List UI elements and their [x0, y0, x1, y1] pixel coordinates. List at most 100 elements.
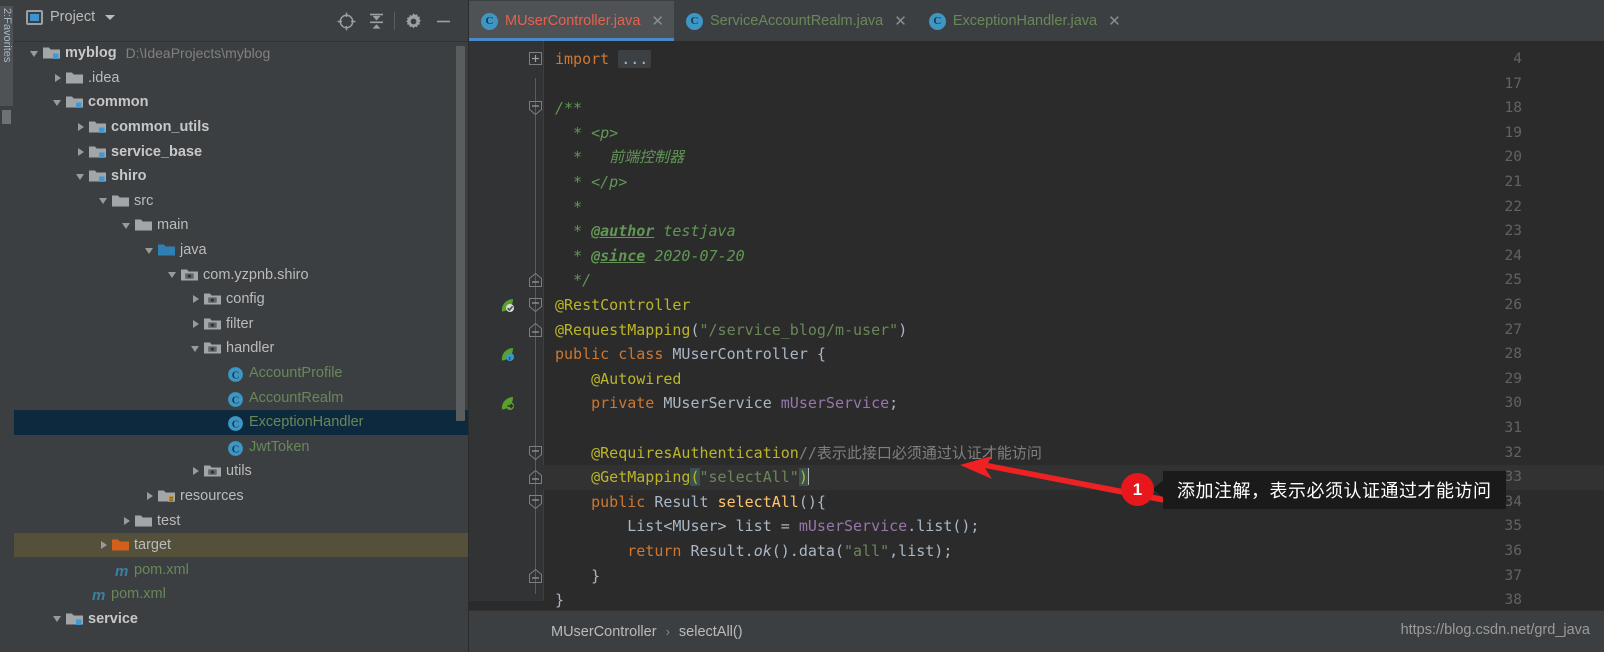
code-line[interactable]: @RestController [555, 293, 690, 318]
chevron-right-icon[interactable] [189, 293, 202, 306]
project-panel-scrollbar[interactable] [456, 46, 465, 421]
tree-item-target[interactable]: target [14, 532, 469, 558]
fold-end-icon[interactable] [529, 470, 542, 485]
tree-item-test[interactable]: test [14, 508, 469, 533]
chevron-right-icon[interactable] [74, 121, 87, 134]
spring-bean-autowired-icon[interactable] [499, 395, 515, 411]
code-line[interactable]: @RequiresAuthentication//表示此接口必须通过认证才能访问 [555, 441, 1042, 466]
resource-folder-icon [158, 489, 175, 503]
fold-collapse-icon[interactable] [529, 101, 542, 116]
tree-item-common[interactable]: common [14, 90, 469, 115]
editor-tab-musercontroller-java[interactable]: C MUserController.java ✕ [469, 1, 674, 41]
chevron-down-icon[interactable] [51, 96, 64, 109]
breadcrumb-part[interactable]: MUserController [551, 624, 657, 640]
gear-icon[interactable] [398, 10, 428, 32]
favorites-vertical-tab[interactable]: 2:Favorites [0, 6, 13, 106]
editor-tab-exceptionhandler-java[interactable]: C ExceptionHandler.java ✕ [917, 1, 1131, 41]
chevron-down-icon[interactable] [189, 342, 202, 355]
fold-end-icon[interactable] [529, 273, 542, 288]
fold-expand-icon[interactable] [529, 52, 542, 65]
code-line[interactable]: * 前端控制器 [555, 145, 684, 170]
project-title-group[interactable]: Project [26, 9, 116, 25]
code-line[interactable]: * @since 2020-07-20 [555, 244, 745, 269]
chevron-right-icon[interactable] [143, 489, 156, 502]
chevron-right-icon[interactable] [51, 71, 64, 84]
close-icon[interactable]: ✕ [651, 14, 664, 29]
collapse-all-icon[interactable] [361, 10, 391, 32]
code-line[interactable]: public class MUserController { [555, 342, 826, 367]
minimize-icon[interactable] [428, 10, 458, 32]
tree-item-.idea[interactable]: .idea [14, 66, 469, 91]
chevron-right-icon[interactable] [97, 539, 110, 552]
project-tree[interactable]: myblog D:\IdeaProjects\myblog .idea common c… [14, 41, 469, 652]
spring-bean-class-icon[interactable]: c [499, 346, 515, 362]
code-line[interactable]: } [555, 564, 600, 589]
tree-item-config[interactable]: config [14, 287, 469, 312]
code-line[interactable]: @GetMapping("selectAll") [555, 465, 810, 490]
chevron-down-icon[interactable] [28, 47, 41, 60]
line-number: 22 [1504, 198, 1522, 215]
chevron-right-icon[interactable] [189, 317, 202, 330]
tree-item-common_utils[interactable]: common_utils [14, 115, 469, 140]
tree-item-main[interactable]: main [14, 213, 469, 238]
code-line[interactable]: import ... [555, 47, 652, 72]
tree-item-pom.xml[interactable]: m pom.xml [14, 557, 469, 582]
tree-item-myblog[interactable]: myblog D:\IdeaProjects\myblog [14, 41, 469, 66]
tree-item-accountrealm[interactable]: C AccountRealm [14, 385, 469, 410]
fold-collapse-icon[interactable] [529, 494, 542, 509]
folder-icon [135, 218, 152, 232]
locate-icon[interactable] [331, 10, 361, 32]
chevron-down-icon[interactable] [143, 244, 156, 257]
editor-tab-serviceaccountrealm-java[interactable]: C ServiceAccountRealm.java ✕ [674, 1, 917, 41]
fold-collapse-icon[interactable] [529, 445, 542, 460]
tree-item-filter[interactable]: filter [14, 312, 469, 337]
breadcrumb-part[interactable]: selectAll() [679, 624, 743, 640]
tree-item-service[interactable]: service [14, 607, 469, 632]
code-viewport[interactable]: 4 import ... 17 18 /** 19 * <p> 20 * 前端控制器 21 *… [469, 41, 1604, 609]
tree-item-resources[interactable]: resources [14, 484, 469, 509]
code-line[interactable]: List<MUser> list = mUserService.list(); [555, 514, 979, 539]
chevron-down-icon[interactable] [105, 14, 116, 20]
tree-item-handler[interactable]: handler [14, 336, 469, 361]
fold-collapse-icon[interactable] [529, 298, 542, 313]
code-line[interactable]: * </p> [555, 170, 627, 195]
tree-item-utils[interactable]: utils [14, 459, 469, 484]
breadcrumb[interactable]: MUserController › selectAll() [551, 624, 743, 640]
chevron-down-icon[interactable] [166, 268, 179, 281]
code-line[interactable]: /** [555, 96, 582, 121]
code-line[interactable]: public Result selectAll(){ [555, 490, 826, 515]
chevron-down-icon[interactable] [97, 194, 110, 207]
chevron-down-icon[interactable] [120, 219, 133, 232]
chevron-down-icon[interactable] [51, 612, 64, 625]
tree-item-shiro[interactable]: shiro [14, 164, 469, 189]
tree-item-java[interactable]: java [14, 238, 469, 263]
chevron-right-icon[interactable] [74, 145, 87, 158]
tree-item-service_base[interactable]: service_base [14, 139, 469, 164]
tree-item-label: JwtToken [249, 438, 310, 455]
code-line[interactable]: @Autowired [555, 367, 681, 392]
tree-item-jwttoken[interactable]: C JwtToken [14, 435, 469, 460]
tree-item-accountprofile[interactable]: C AccountProfile [14, 361, 469, 386]
spring-bean-check-icon[interactable] [499, 297, 515, 313]
tree-item-src[interactable]: src [14, 189, 469, 214]
chevron-down-icon[interactable] [74, 170, 87, 183]
editor-gutter[interactable] [469, 41, 543, 601]
tree-item-com.yzpnb.shiro[interactable]: com.yzpnb.shiro [14, 262, 469, 287]
fold-end-icon[interactable] [529, 568, 542, 583]
close-icon[interactable]: ✕ [1108, 14, 1121, 29]
code-line[interactable]: */ [555, 268, 591, 293]
code-line[interactable]: @RequestMapping("/service_blog/m-user") [555, 318, 907, 343]
tree-item-exceptionhandler[interactable]: C ExceptionHandler [14, 409, 469, 435]
code-line[interactable]: * [555, 195, 582, 220]
tree-item-pom.xml[interactable]: m pom.xml [14, 582, 469, 607]
chevron-right-icon[interactable] [189, 465, 202, 478]
code-line[interactable]: * @author testjava [555, 219, 736, 244]
close-icon[interactable]: ✕ [894, 14, 907, 29]
code-line[interactable]: private MUserService mUserService; [555, 391, 898, 416]
code-token: { [816, 345, 826, 364]
code-line[interactable]: return Result.ok().data("all",list); [555, 539, 952, 564]
chevron-right-icon[interactable] [120, 514, 133, 527]
project-path: D:\IdeaProjects\myblog [125, 45, 271, 62]
fold-end-icon[interactable] [529, 322, 542, 337]
code-line[interactable]: * <p> [555, 121, 618, 146]
